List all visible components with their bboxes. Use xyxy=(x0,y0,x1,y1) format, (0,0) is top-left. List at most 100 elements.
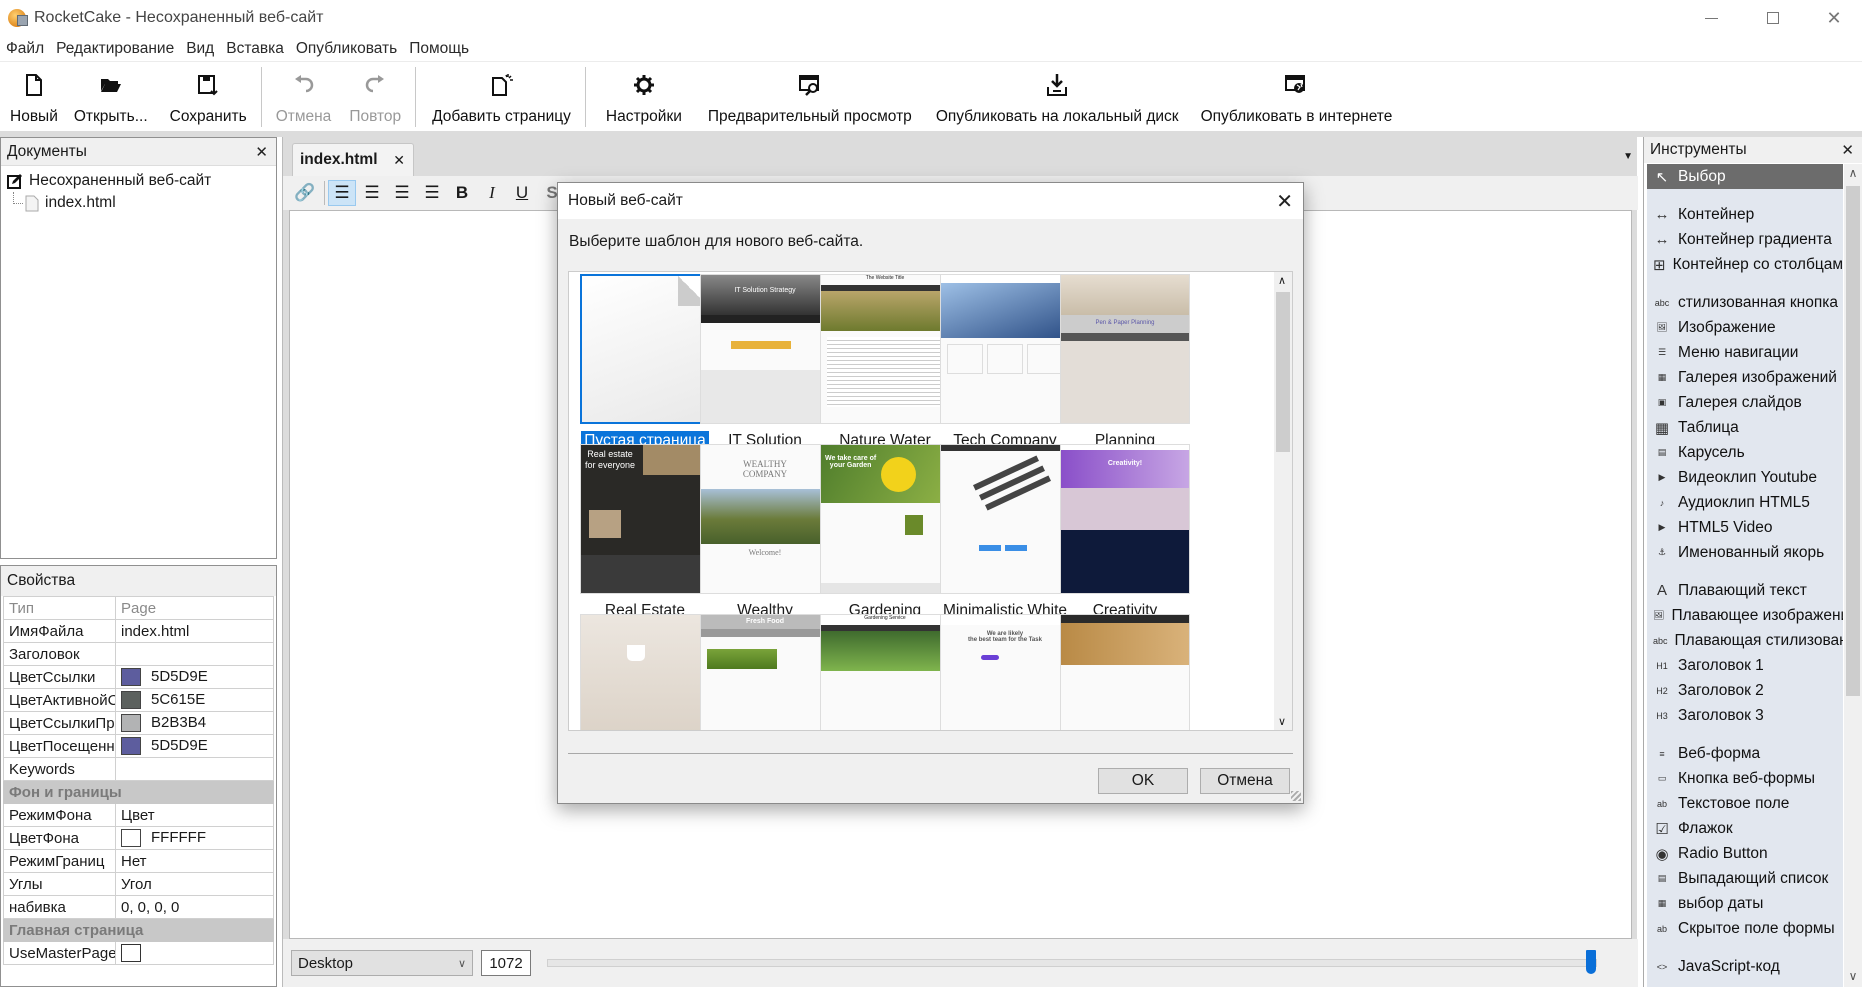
prop-row[interactable]: ЦветСсылкиПр B2B3B4 xyxy=(3,711,274,735)
prop-row[interactable]: РежимГраниц Нет xyxy=(3,849,274,873)
template-item[interactable] xyxy=(1059,614,1191,730)
tool-item[interactable]: ☰ Меню навигации xyxy=(1647,340,1843,365)
tool-item[interactable]: ↖ Выбор xyxy=(1647,164,1843,189)
tool-item[interactable]: ⊞ Контейнер со столбцами xyxy=(1647,252,1843,277)
prop-value[interactable] xyxy=(115,757,274,781)
template-item[interactable]: Gardening Service xyxy=(819,614,951,730)
align-left-icon[interactable]: ☰ xyxy=(328,180,356,206)
use-master-page-checkbox[interactable] xyxy=(121,944,141,963)
tool-item[interactable]: ▭ Кнопка веб-формы xyxy=(1647,766,1843,791)
template-item[interactable]: Fresh Food xyxy=(699,614,831,730)
prop-value[interactable] xyxy=(115,642,274,666)
tool-item[interactable]: abc стилизованная кнопка xyxy=(1647,290,1843,315)
cancel-button[interactable]: Отмена xyxy=(1200,768,1290,794)
tool-item[interactable]: ↔ Контейнер градиента xyxy=(1647,227,1843,252)
tree-site-node[interactable]: Несохраненный веб-сайт xyxy=(7,170,276,192)
tool-item[interactable]: A Плавающий текст xyxy=(1647,578,1843,603)
template-item[interactable]: Tech Company xyxy=(939,274,1071,451)
gallery-scroll-thumb[interactable] xyxy=(1276,292,1290,452)
scroll-down-icon[interactable]: ∨ xyxy=(1278,715,1286,728)
template-item[interactable]: WEALTHYCOMPANYWelcome!Wealthy Company xyxy=(699,444,831,639)
tool-item[interactable]: ↔ Контейнер xyxy=(1647,202,1843,227)
template-item[interactable]: Creativity! Creativity xyxy=(1059,444,1191,621)
preview-button[interactable]: Предварительный просмотр xyxy=(690,63,920,131)
tool-item[interactable]: ⚓ Именованный якорь xyxy=(1647,540,1843,565)
template-item[interactable]: Minimalistic White xyxy=(939,444,1071,621)
color-swatch[interactable] xyxy=(121,714,141,733)
tool-item[interactable]: ▶ HTML5 Video xyxy=(1647,515,1843,540)
open-button[interactable]: Открыть... xyxy=(66,63,156,131)
prop-value[interactable]: B2B3B4 xyxy=(115,711,274,735)
menu-insert[interactable]: Вставка xyxy=(226,40,284,58)
color-swatch[interactable] xyxy=(121,691,141,710)
underline-icon[interactable]: U xyxy=(508,180,536,206)
scroll-up-icon[interactable]: ∧ xyxy=(1278,274,1286,287)
scroll-up-icon[interactable]: ∧ xyxy=(1844,166,1862,180)
dialog-close-icon[interactable]: ✕ xyxy=(1276,189,1293,214)
close-tab-icon[interactable]: ✕ xyxy=(393,152,405,169)
align-right-icon[interactable]: ☰ xyxy=(388,180,416,206)
add-page-button[interactable]: Добавить страницу xyxy=(422,63,579,131)
prop-value[interactable]: 5C615E xyxy=(115,688,274,712)
prop-value[interactable]: index.html xyxy=(115,619,274,643)
settings-button[interactable]: Настройки xyxy=(592,63,690,131)
template-item[interactable]: Pen & Paper Planning Planning xyxy=(1059,274,1191,451)
device-select[interactable]: Desktop ∨ xyxy=(291,950,473,976)
prop-value[interactable] xyxy=(115,941,274,965)
prop-value[interactable]: Цвет xyxy=(115,803,274,827)
redo-button[interactable]: Повтор xyxy=(339,63,409,131)
prop-row[interactable]: UseMasterPage xyxy=(3,941,274,965)
prop-row[interactable]: Keywords xyxy=(3,757,274,781)
template-item[interactable]: Real estate for everyone Real Estate xyxy=(579,444,711,621)
menu-view[interactable]: Вид xyxy=(186,40,214,58)
prop-row[interactable]: ИмяФайла index.html xyxy=(3,619,274,643)
minimize-button[interactable] xyxy=(1683,0,1739,36)
tab-index-html[interactable]: index.html ✕ xyxy=(292,143,414,176)
menu-publish[interactable]: Опубликовать xyxy=(296,40,397,58)
prop-row[interactable]: РежимФона Цвет xyxy=(3,803,274,827)
prop-row[interactable]: ЦветАктивнойС 5C615E xyxy=(3,688,274,712)
publish-web-button[interactable]: Опубликовать в интернете xyxy=(1187,63,1401,131)
italic-icon[interactable]: I xyxy=(478,180,506,206)
prop-value[interactable]: Угол xyxy=(115,872,274,896)
tool-item[interactable]: ▣ Галерея слайдов xyxy=(1647,390,1843,415)
tool-item[interactable]: ab Текстовое поле xyxy=(1647,791,1843,816)
new-button[interactable]: Новый xyxy=(0,63,66,131)
prop-row[interactable]: Углы Угол xyxy=(3,872,274,896)
color-swatch[interactable] xyxy=(121,668,141,687)
color-swatch[interactable] xyxy=(121,829,141,848)
tool-item[interactable]: 🖼 Изображение xyxy=(1647,315,1843,340)
prop-value[interactable]: FFFFFF xyxy=(115,826,274,850)
tool-item[interactable]: <> JavaScript-код xyxy=(1647,954,1843,979)
template-item[interactable]: Пустая страница xyxy=(579,274,711,451)
tool-item[interactable]: ▤ Карусель xyxy=(1647,440,1843,465)
tool-item[interactable]: H3 Заголовок 3 xyxy=(1647,703,1843,728)
template-item[interactable]: IT Solution StrategyIT Solution Strategy xyxy=(699,274,831,469)
template-item[interactable]: The Website Title Nature Water xyxy=(819,274,951,451)
tab-list-chevron-icon[interactable]: ▼ xyxy=(1623,151,1633,162)
align-justify-icon[interactable]: ☰ xyxy=(418,180,446,206)
color-swatch[interactable] xyxy=(121,737,141,756)
width-input[interactable]: 1072 xyxy=(481,950,531,976)
align-center-icon[interactable]: ☰ xyxy=(358,180,386,206)
close-documents-icon[interactable]: ✕ xyxy=(255,143,268,161)
tool-item[interactable]: ☑ Флажок xyxy=(1647,816,1843,841)
undo-button[interactable]: Отмена xyxy=(268,63,340,131)
scroll-down-icon[interactable]: ∨ xyxy=(1844,969,1862,983)
tool-item[interactable]: ▦ выбор даты xyxy=(1647,891,1843,916)
prop-value[interactable]: 5D5D9E xyxy=(115,665,274,689)
tool-item[interactable]: 🖼 Плавающее изображение xyxy=(1647,603,1843,628)
template-item[interactable]: We take care of your Garden Gardening xyxy=(819,444,951,621)
tree-page-node[interactable]: index.html xyxy=(7,192,276,214)
tool-item[interactable]: abc Плавающая стилизованная кнопка xyxy=(1647,628,1843,653)
tool-item[interactable]: ≡ Веб-форма xyxy=(1647,741,1843,766)
prop-value[interactable]: 0, 0, 0, 0 xyxy=(115,895,274,919)
tool-item[interactable]: ▦ Таблица xyxy=(1647,415,1843,440)
tool-item[interactable]: ▤ Выпадающий список xyxy=(1647,866,1843,891)
close-window-button[interactable]: ✕ xyxy=(1806,0,1862,36)
tool-item[interactable]: ▦ Галерея изображений xyxy=(1647,365,1843,390)
save-button[interactable]: Сохранить xyxy=(156,63,255,131)
tool-item[interactable]: H2 Заголовок 2 xyxy=(1647,678,1843,703)
prop-value[interactable]: 5D5D9E xyxy=(115,734,274,758)
tool-item[interactable]: ◉ Radio Button xyxy=(1647,841,1843,866)
